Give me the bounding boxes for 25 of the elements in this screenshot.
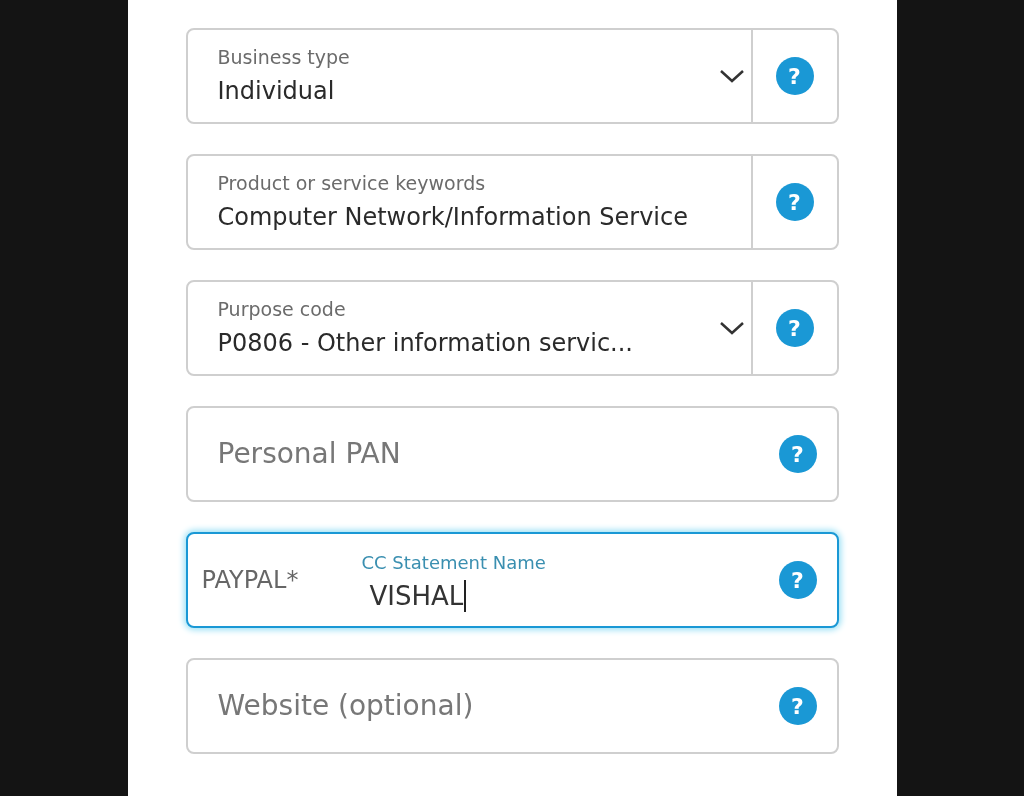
- field-value: VISHAL: [369, 579, 467, 612]
- field-label: Business type: [217, 44, 351, 70]
- select-field[interactable]: Purpose code P0806 - Other information servic... ?: [185, 280, 839, 376]
- help-icon[interactable]: ?: [778, 561, 817, 599]
- input-field[interactable]: PAYPAL* CC Statement Name VISHAL ?: [185, 532, 839, 628]
- chevron-down-icon: [718, 320, 745, 336]
- help-icon[interactable]: ?: [775, 183, 814, 221]
- field-value: P0806 - Other information servic...: [217, 328, 633, 360]
- field-label: Product or service keywords: [217, 170, 487, 196]
- field-label: Purpose code: [217, 296, 347, 322]
- help-icon[interactable]: ?: [775, 309, 814, 347]
- chevron-down-icon: [718, 68, 745, 84]
- input-field[interactable]: Product or service keywords Computer Network/Information Service ?: [185, 154, 839, 250]
- field-prefix: PAYPAL*: [201, 565, 300, 596]
- help-icon[interactable]: ?: [778, 687, 817, 725]
- field-placeholder: Website (optional): [217, 688, 475, 724]
- field-label: CC Statement Name: [361, 550, 547, 575]
- help-icon[interactable]: ?: [775, 57, 814, 95]
- field-label: Personal PAN: [217, 436, 402, 472]
- select-field[interactable]: Business type Individual ?: [185, 28, 839, 124]
- field-value: Computer Network/Information Service: [217, 202, 688, 234]
- input-field[interactable]: Website (optional) ?: [185, 658, 839, 754]
- help-icon[interactable]: ?: [778, 435, 817, 473]
- input-field[interactable]: Personal PAN ?: [185, 406, 839, 502]
- field-value: Individual: [217, 76, 335, 108]
